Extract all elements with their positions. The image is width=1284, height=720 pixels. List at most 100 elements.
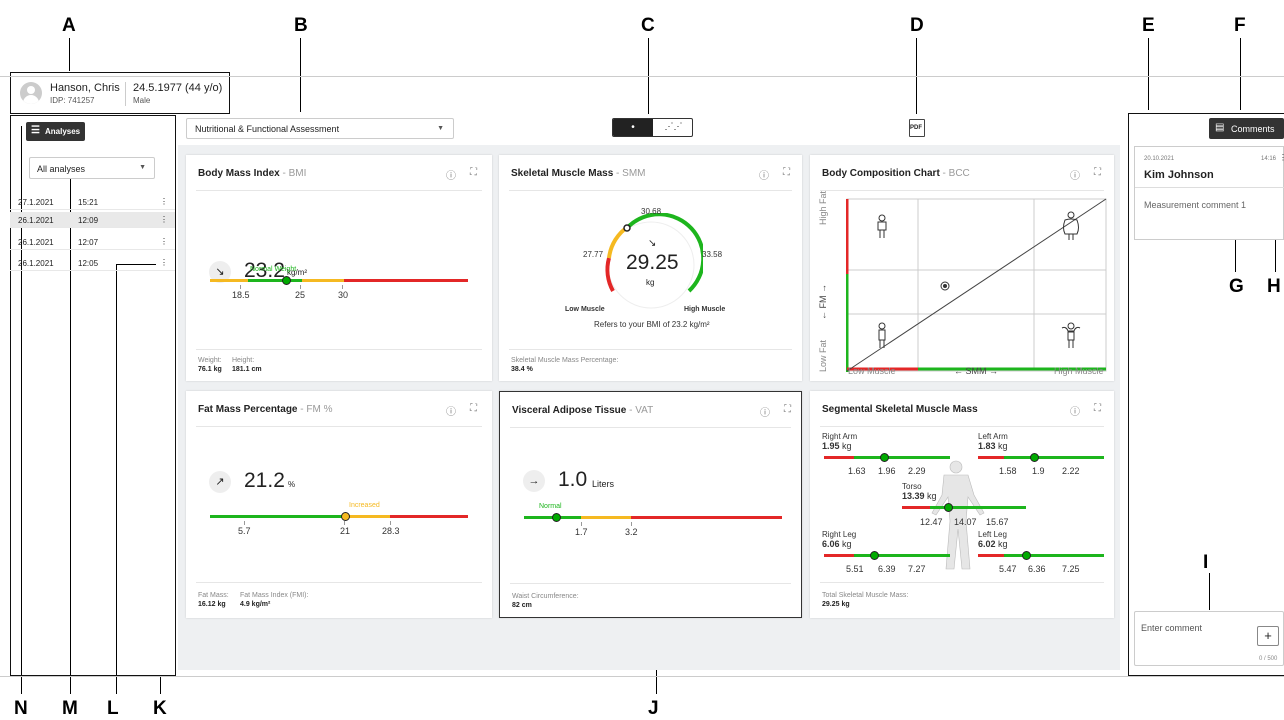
more-vertical-icon[interactable]: ⋮ bbox=[160, 197, 168, 206]
tick-label: 1.63 bbox=[848, 466, 866, 476]
avatar bbox=[20, 82, 42, 104]
tick-label: 2.29 bbox=[908, 466, 926, 476]
tick-label: 6.36 bbox=[1028, 564, 1046, 574]
fat-mass-label: Fat Mass: bbox=[198, 592, 229, 599]
smm-card: Skeletal Muscle Mass - SMM ⓘ ⛶ 30.68 27.… bbox=[499, 155, 802, 381]
height-label: Height: bbox=[232, 357, 255, 364]
add-comment-button[interactable]: + bbox=[1257, 626, 1279, 646]
info-icon[interactable]: ⓘ bbox=[759, 167, 769, 182]
comments-button[interactable]: ▤ Comments bbox=[1209, 118, 1284, 139]
fm-card: Fat Mass Percentage - FM % ⓘ ⛶ ↗ 21.2 % … bbox=[186, 391, 492, 618]
analysis-row[interactable]: 26.1.2021 12:09 ⋮ bbox=[10, 212, 175, 228]
analysis-time: 15:21 bbox=[78, 198, 99, 207]
tick-label: 3.2 bbox=[625, 527, 638, 537]
more-vertical-icon[interactable]: ⋮ bbox=[160, 258, 168, 267]
analysis-row[interactable]: 26.1.2021 12:07 ⋮ bbox=[10, 234, 175, 250]
tick-label: 7.25 bbox=[1062, 564, 1080, 574]
tick-label: 6.39 bbox=[878, 564, 896, 574]
comment-card: 20.10.2021 14:16 ⋮ Kim Johnson Measureme… bbox=[1134, 146, 1284, 240]
left-leg-value: 6.02 kg bbox=[978, 539, 1008, 549]
left-arm-marker bbox=[1030, 453, 1039, 462]
tick-label: 5.7 bbox=[238, 526, 251, 536]
left-leg-marker bbox=[1022, 551, 1031, 560]
info-icon[interactable]: ⓘ bbox=[760, 404, 770, 419]
comment-input[interactable]: Enter comment bbox=[1141, 623, 1202, 633]
smm-value: 29.25 bbox=[626, 251, 679, 274]
analyses-filter-select[interactable]: All analyses ▼ bbox=[29, 157, 155, 179]
total-smm-value: 29.25 kg bbox=[822, 601, 850, 608]
fm-unit: % bbox=[288, 480, 296, 489]
fat-mass-value: 16.12 kg bbox=[198, 601, 226, 608]
card-title: Fat Mass Percentage - FM % bbox=[198, 404, 333, 415]
patient-sex: Male bbox=[133, 96, 151, 105]
more-vertical-icon[interactable]: ⋮ bbox=[1279, 153, 1284, 162]
tick-label: 28.3 bbox=[382, 526, 400, 536]
analyses-label: Analyses bbox=[45, 127, 81, 136]
bcc-chart bbox=[846, 198, 1107, 372]
weight-label: Weight: bbox=[198, 357, 222, 364]
expand-icon[interactable]: ⛶ bbox=[470, 167, 477, 178]
analysis-date: 26.1.2021 bbox=[18, 216, 54, 225]
bottom-divider bbox=[0, 676, 1284, 677]
assessment-select[interactable]: Nutritional & Functional Assessment ▼ bbox=[186, 118, 454, 139]
callout-k: K bbox=[153, 698, 167, 719]
smm-left-label: 27.77 bbox=[583, 250, 604, 259]
expand-icon[interactable]: ⛶ bbox=[783, 167, 790, 178]
info-icon[interactable]: ⓘ bbox=[446, 403, 456, 418]
assessment-value: Nutritional & Functional Assessment bbox=[195, 124, 340, 134]
analyses-filter-value: All analyses bbox=[37, 164, 86, 174]
bmi-card: Body Mass Index - BMI ⓘ ⛶ ↘ 23.2 kg/m² N… bbox=[186, 155, 492, 381]
chevron-down-icon: ▼ bbox=[139, 164, 146, 171]
info-icon[interactable]: ⓘ bbox=[1070, 403, 1080, 418]
callout-line bbox=[1148, 38, 1149, 110]
expand-icon[interactable]: ⛶ bbox=[1094, 403, 1101, 414]
patient-header[interactable]: Hanson, Chris IDP: 741257 24.5.1977 (44 … bbox=[12, 76, 228, 112]
fm-axis-label: ← FM → bbox=[818, 284, 828, 320]
analysis-row[interactable]: 27.1.2021 15:21 ⋮ bbox=[10, 194, 175, 210]
tick-label: 14.07 bbox=[954, 517, 977, 527]
pdf-export-button[interactable]: PDF bbox=[909, 119, 925, 137]
callout-m: M bbox=[62, 698, 78, 719]
analysis-row[interactable]: 26.1.2021 12:05 ⋮ bbox=[10, 255, 175, 271]
single-view-button[interactable]: • bbox=[613, 119, 653, 136]
callout-line bbox=[300, 38, 301, 112]
high-muscle-label: High Muscle bbox=[684, 306, 726, 313]
torso-value: 13.39 kg bbox=[902, 491, 937, 501]
expand-icon[interactable]: ⛶ bbox=[470, 403, 477, 414]
expand-icon[interactable]: ⛶ bbox=[784, 404, 791, 415]
vat-category: Normal bbox=[539, 503, 562, 510]
analyses-button[interactable]: ☰ Analyses bbox=[26, 122, 85, 141]
callout-c: C bbox=[641, 15, 655, 36]
analysis-date: 26.1.2021 bbox=[18, 238, 54, 247]
expand-icon[interactable]: ⛶ bbox=[1094, 167, 1101, 178]
tick-label: 1.58 bbox=[999, 466, 1017, 476]
right-leg-label: Right Leg bbox=[822, 530, 857, 539]
torso-label: Torso bbox=[902, 482, 922, 491]
comment-input-box[interactable]: Enter comment + 0 / 500 bbox=[1134, 611, 1284, 666]
info-icon[interactable]: ⓘ bbox=[1070, 167, 1080, 182]
smm-pct-label: Skeletal Muscle Mass Percentage: bbox=[511, 357, 619, 364]
chevron-down-icon: ▼ bbox=[437, 125, 444, 132]
trend-view-button[interactable]: ⋰⋰ bbox=[653, 119, 692, 136]
right-arm-label: Right Arm bbox=[822, 432, 858, 441]
left-leg-label: Left Leg bbox=[978, 530, 1007, 539]
tick-label: 2.22 bbox=[1062, 466, 1080, 476]
vat-card: Visceral Adipose Tissue - VAT ⓘ ⛶ → 1.0 … bbox=[499, 391, 802, 618]
analysis-date: 27.1.2021 bbox=[18, 198, 54, 207]
tick-label: 1.96 bbox=[878, 466, 896, 476]
smm-axis-label: ← SMM → bbox=[954, 366, 998, 376]
callout-line bbox=[160, 676, 161, 694]
right-arm-value: 1.95 kg bbox=[822, 441, 852, 451]
more-vertical-icon[interactable]: ⋮ bbox=[160, 215, 168, 224]
high-muscle-axis-label: High Muscle bbox=[1054, 366, 1104, 376]
low-muscle-label: Low Muscle bbox=[565, 306, 605, 313]
callout-line bbox=[1240, 38, 1241, 110]
card-title: Body Mass Index - BMI bbox=[198, 168, 307, 179]
fmi-label: Fat Mass Index (FMI): bbox=[240, 592, 309, 599]
analysis-time: 12:05 bbox=[78, 259, 99, 268]
vat-value: 1.0 bbox=[558, 468, 588, 491]
info-icon[interactable]: ⓘ bbox=[446, 167, 456, 182]
more-vertical-icon[interactable]: ⋮ bbox=[160, 237, 168, 246]
pdf-icon: PDF bbox=[910, 125, 922, 131]
patient-name: Hanson, Chris bbox=[50, 82, 120, 94]
